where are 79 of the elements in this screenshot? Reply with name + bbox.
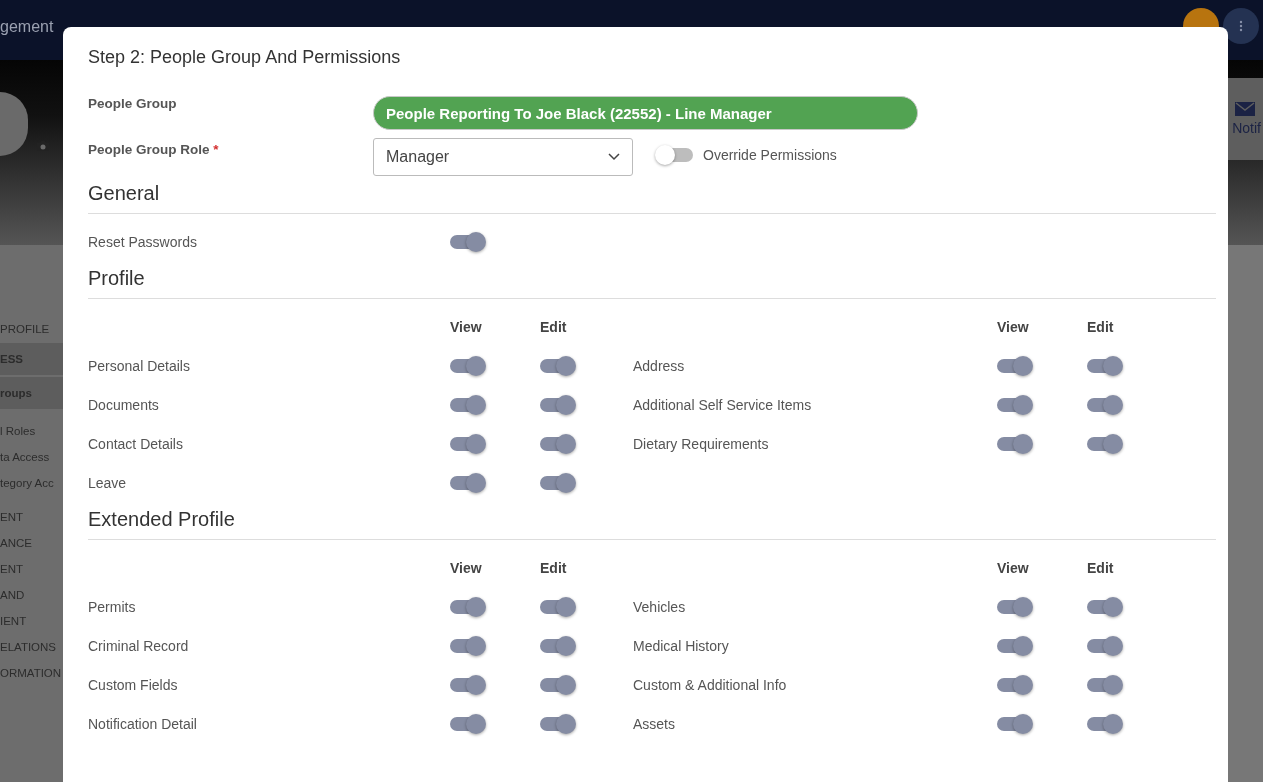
toggle-switch[interactable] <box>540 436 574 451</box>
permission-label: Leave <box>88 474 128 491</box>
envelope-icon <box>1235 102 1255 116</box>
sidebar-item[interactable]: tegory Acc <box>0 471 63 495</box>
toggle-switch[interactable] <box>1087 358 1121 373</box>
toggle-switch[interactable] <box>540 638 574 653</box>
sidebar-item[interactable]: ELATIONS <box>0 635 63 659</box>
toggle-switch[interactable] <box>540 716 574 731</box>
toggle-switch[interactable] <box>997 599 1031 614</box>
permission-label: Documents <box>88 396 160 413</box>
toggle-switch[interactable] <box>1087 599 1121 614</box>
toggle-switch[interactable] <box>450 716 484 731</box>
column-header: View <box>997 318 1030 335</box>
sidebar-item[interactable]: ENT <box>0 557 63 581</box>
toggle-label: Override Permissions <box>703 147 837 163</box>
permission-label: Medical History <box>633 637 730 654</box>
permission-label: Permits <box>88 598 137 615</box>
toggle-switch[interactable] <box>540 475 574 490</box>
permission-label: Reset Passwords <box>88 233 198 250</box>
field-label: People Group <box>88 96 178 111</box>
more-icon <box>1239 20 1243 32</box>
section-title: Profile <box>88 261 1216 299</box>
permission-label: Custom & Additional Info <box>633 676 788 693</box>
column-header: View <box>450 318 483 335</box>
toggle-switch[interactable] <box>450 638 484 653</box>
sidebar-item[interactable]: ORMATION <box>0 661 63 685</box>
permission-label: Dietary Requirements <box>633 435 770 452</box>
app-title: gement <box>0 18 54 36</box>
section-title: Extended Profile <box>88 502 1216 540</box>
toggle-switch[interactable] <box>997 638 1031 653</box>
toggle-switch[interactable] <box>997 716 1031 731</box>
toggle-switch[interactable] <box>540 599 574 614</box>
toggle-switch[interactable] <box>1087 436 1121 451</box>
toggle-switch[interactable] <box>450 599 484 614</box>
sidebar-item[interactable]: ANCE <box>0 531 63 555</box>
sidebar-item[interactable]: ta Access <box>0 445 63 469</box>
toggle-switch[interactable] <box>450 436 484 451</box>
column-header: Edit <box>1087 318 1115 335</box>
permission-label: Contact Details <box>88 435 184 452</box>
toggle-switch[interactable] <box>997 677 1031 692</box>
permission-label: Personal Details <box>88 357 191 374</box>
column-header: Edit <box>1087 559 1115 576</box>
permission-label: Notification Detail <box>88 715 198 732</box>
permission-label: Vehicles <box>633 598 687 615</box>
toggle-switch[interactable] <box>997 397 1031 412</box>
toggle-switch[interactable] <box>997 436 1031 451</box>
sidebar-item[interactable]: AND <box>0 583 63 607</box>
column-header: View <box>997 559 1030 576</box>
toggle-switch[interactable] <box>1087 397 1121 412</box>
toggle-switch[interactable] <box>540 677 574 692</box>
sidebar-item[interactable]: ENT <box>0 505 63 529</box>
column-header: Edit <box>540 318 568 335</box>
chevron-down-icon <box>608 153 620 161</box>
more-button[interactable] <box>1223 8 1259 44</box>
sidebar-item[interactable]: IENT <box>0 609 63 633</box>
toggle-switch[interactable] <box>540 397 574 412</box>
toggle-switch[interactable] <box>450 358 484 373</box>
toggle-switch[interactable] <box>540 358 574 373</box>
role-select[interactable]: Manager <box>373 138 633 176</box>
field-label: People Group Role * <box>88 142 220 157</box>
people-group-chip: People Reporting To Joe Black (22552) - Line Manager <box>373 96 918 130</box>
permission-label: Criminal Record <box>88 637 190 654</box>
toggle-switch[interactable] <box>1087 638 1121 653</box>
toggle-switch[interactable] <box>997 358 1031 373</box>
toggle-switch[interactable] <box>450 234 484 249</box>
toggle-switch[interactable] <box>1087 677 1121 692</box>
section-title: General <box>88 176 1216 214</box>
permission-label: Address <box>633 357 686 374</box>
sidebar-item[interactable]: PROFILE <box>0 317 63 341</box>
toggle-switch[interactable] <box>450 397 484 412</box>
column-header: Edit <box>540 559 568 576</box>
column-header: View <box>450 559 483 576</box>
toggle-switch[interactable] <box>450 475 484 490</box>
dialog-title: Step 2: People Group And Permissions <box>88 47 402 68</box>
permission-label: Assets <box>633 715 676 732</box>
toggle-switch[interactable] <box>1087 716 1121 731</box>
permission-label: Additional Self Service Items <box>633 396 813 413</box>
permission-label: Custom Fields <box>88 676 179 693</box>
toggle-switch[interactable] <box>450 677 484 692</box>
